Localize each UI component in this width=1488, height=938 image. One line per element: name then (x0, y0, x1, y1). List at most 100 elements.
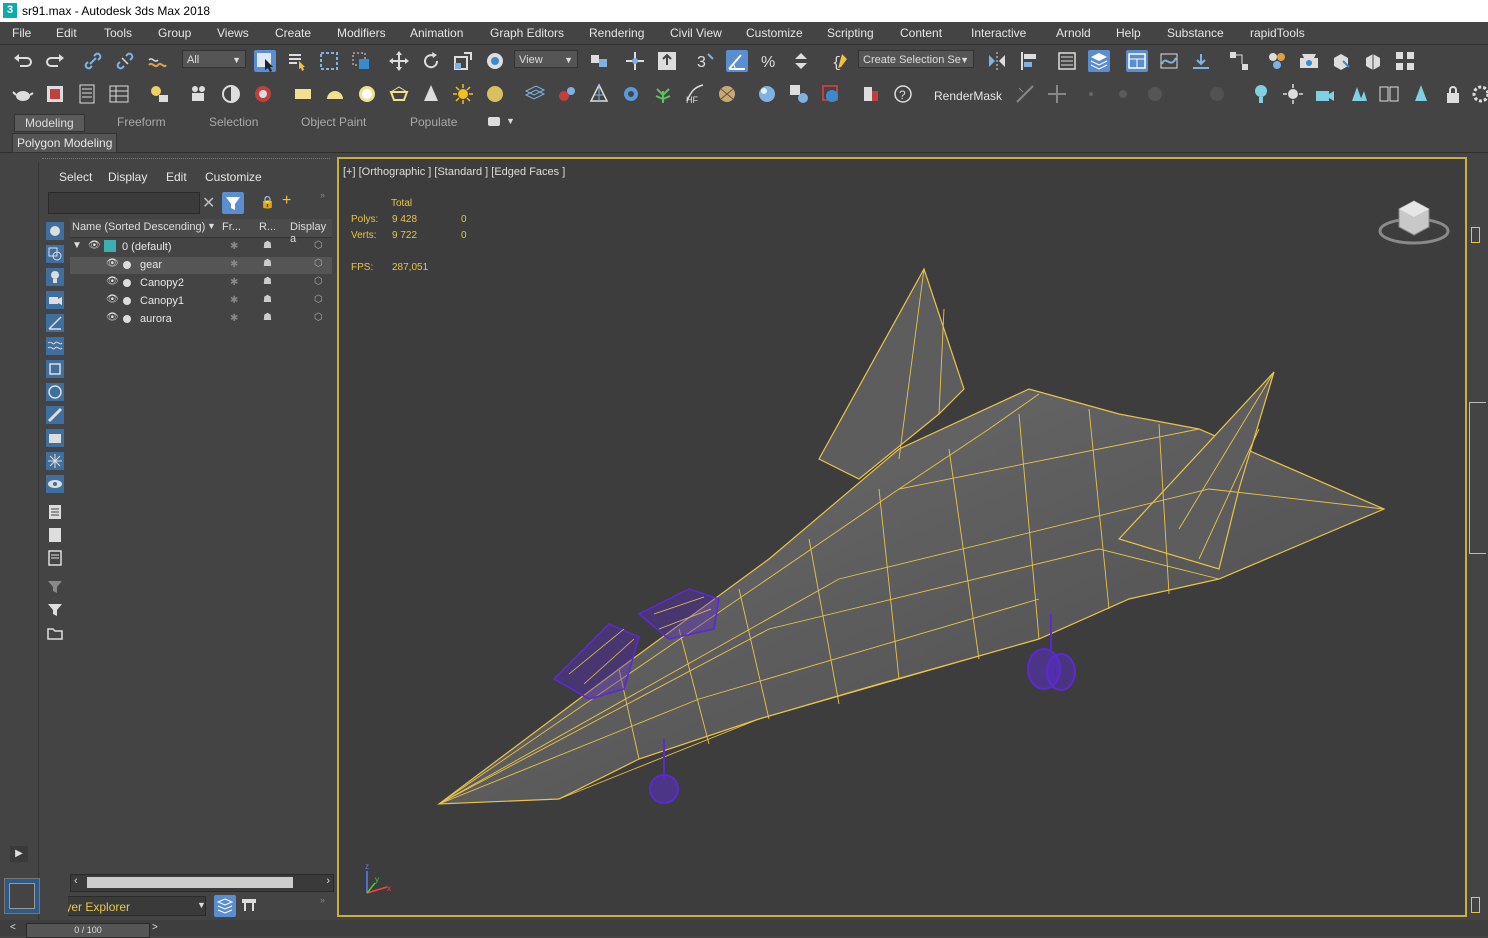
select-object-icon[interactable] (254, 50, 276, 72)
invert-display-icon[interactable] (46, 549, 64, 567)
menu-scripting[interactable]: Scripting (827, 26, 874, 40)
helper-icon[interactable] (588, 83, 610, 105)
time-slider-prev-icon[interactable]: < (10, 922, 16, 933)
scene-menu-edit[interactable]: Edit (166, 170, 187, 184)
polygon-modeling-panel[interactable]: Polygon Modeling (12, 133, 118, 153)
percent-snap-icon[interactable]: % (758, 50, 780, 72)
hierarchy-mode-icon[interactable] (240, 897, 258, 915)
space-warps-filter-icon[interactable] (46, 337, 64, 355)
render-mask-label[interactable]: RenderMask (934, 89, 1002, 103)
tree-icon[interactable] (1346, 83, 1368, 105)
material-sphere-icon[interactable] (756, 83, 778, 105)
tree-row[interactable]: 👁 Canopy2 ✱ ☗ ⬡ (70, 275, 332, 292)
freeze-icon[interactable]: ✱ (230, 241, 238, 252)
scene-menu-select[interactable]: Select (59, 170, 92, 184)
column-frozen[interactable]: Fr... (222, 221, 241, 233)
window-crossing-icon[interactable] (350, 50, 372, 72)
filter-funnel-icon[interactable] (46, 601, 64, 619)
teapot-render-icon[interactable]: ☗ (263, 240, 272, 251)
mirror-icon[interactable] (986, 50, 1008, 72)
clear-search-icon[interactable]: ✕ (202, 193, 215, 213)
sun-icon[interactable] (452, 83, 474, 105)
menu-animation[interactable]: Animation (410, 26, 463, 40)
snaps-toggle-icon[interactable]: 3 (694, 50, 716, 72)
freeze-icon[interactable]: ✱ (230, 259, 238, 270)
explorer-type-dropdown[interactable]: Layer Explorer (48, 896, 206, 916)
add-layer-icon[interactable]: + (282, 192, 291, 210)
geosphere-icon[interactable] (388, 83, 410, 105)
cameras-filter-icon[interactable] (46, 291, 64, 309)
expand-arrow-icon[interactable]: ▶ (10, 846, 28, 862)
layer-mode-icon[interactable] (214, 895, 236, 917)
freeze-icon[interactable]: ✱ (230, 313, 238, 324)
menu-graph-editors[interactable]: Graph Editors (490, 26, 564, 40)
tab-populate[interactable]: Populate (410, 115, 457, 129)
viewport-layout-icon[interactable] (4, 878, 40, 914)
display-box-icon[interactable]: ⬡ (314, 294, 323, 305)
align-icon[interactable] (1018, 50, 1040, 72)
menu-group[interactable]: Group (158, 26, 191, 40)
panel-grip[interactable] (42, 158, 330, 161)
foliage-icon[interactable] (652, 83, 674, 105)
teapot-render-icon[interactable]: ☗ (263, 276, 272, 287)
pivot-center-icon[interactable] (588, 50, 610, 72)
rendered-frame-window-icon[interactable] (1330, 50, 1352, 72)
scroll-left-icon[interactable]: ‹ (74, 875, 78, 887)
menu-modifiers[interactable]: Modifiers (337, 26, 386, 40)
scrollbar-thumb[interactable] (87, 877, 293, 888)
cone-icon[interactable] (420, 83, 442, 105)
selection-filter-dropdown[interactable]: All ▼ (182, 50, 246, 68)
menu-civil-view[interactable]: Civil View (670, 26, 722, 40)
viewport-orthographic[interactable]: [+] [Orthographic ] [Standard ] [Edged F… (337, 157, 1467, 917)
menu-rendering[interactable]: Rendering (589, 26, 644, 40)
sort-arrow-icon[interactable]: ▼ (207, 221, 216, 231)
toggle-layer-explorer-icon[interactable] (1088, 50, 1110, 72)
render-production-icon[interactable] (1362, 50, 1384, 72)
viewcube-icon[interactable] (1377, 195, 1451, 249)
menu-help[interactable]: Help (1116, 26, 1141, 40)
frozen-filter-icon[interactable] (46, 452, 64, 470)
menu-tools[interactable]: Tools (104, 26, 132, 40)
containers-filter-icon[interactable] (46, 429, 64, 447)
scene-menu-customize[interactable]: Customize (205, 170, 262, 184)
chevron-down-icon[interactable]: ▼ (506, 116, 515, 126)
eye-icon[interactable]: 👁 (106, 276, 119, 287)
column-name[interactable]: Name (Sorted Descending) (72, 221, 205, 233)
eye-icon[interactable]: 👁 (106, 294, 119, 305)
batch-render-icon[interactable] (76, 83, 98, 105)
tab-freeform[interactable]: Freeform (117, 115, 166, 129)
tree-row-layer[interactable]: ▼ 👁 0 (default) ✱ ☗ ⬡ (70, 239, 332, 256)
chevron-down-icon[interactable]: ▼ (197, 900, 206, 910)
panel-collapse-icon[interactable] (1471, 227, 1480, 243)
menu-views[interactable]: Views (217, 26, 249, 40)
scroll-right-icon[interactable]: › (326, 875, 330, 887)
groups-filter-icon[interactable] (46, 360, 64, 378)
teapot-icon[interactable] (12, 83, 34, 105)
reference-coordinate-dropdown[interactable]: View ▼ (514, 50, 578, 68)
scene-search-input[interactable] (48, 192, 200, 214)
scale-icon[interactable] (452, 50, 474, 72)
tab-modeling[interactable]: Modeling (14, 114, 85, 132)
tree-row[interactable]: 👁 gear ✱ ☗ ⬡ (70, 257, 332, 274)
hair-fur-icon[interactable]: HF (684, 83, 706, 105)
gear-icon[interactable] (620, 83, 642, 105)
light-lister-icon[interactable] (148, 83, 170, 105)
render-iterative-icon[interactable] (820, 83, 842, 105)
display-box-icon[interactable]: ⬡ (314, 276, 323, 287)
create-selection-set-dropdown[interactable]: Create Selection Se ▼ (858, 50, 974, 68)
menu-rapidtools[interactable]: rapidTools (1250, 26, 1305, 40)
menu-customize[interactable]: Customize (746, 26, 803, 40)
select-manipulate-icon[interactable] (624, 50, 646, 72)
expand-triangle-icon[interactable]: ▼ (72, 240, 82, 251)
teapot-render-icon[interactable]: ☗ (263, 312, 272, 323)
render-frame-icon[interactable] (44, 83, 66, 105)
environment-icon[interactable] (220, 83, 242, 105)
command-panel-tab[interactable] (1469, 402, 1486, 554)
undo-icon[interactable] (12, 50, 34, 72)
tree-row[interactable]: 👁 aurora ✱ ☗ ⬡ (70, 311, 332, 328)
schematic-view-icon[interactable] (1228, 50, 1250, 72)
folder-icon[interactable] (46, 624, 64, 642)
menu-arnold[interactable]: Arnold (1056, 26, 1091, 40)
panel-collapse-icon[interactable] (1471, 897, 1480, 913)
display-all-icon[interactable] (46, 503, 64, 521)
